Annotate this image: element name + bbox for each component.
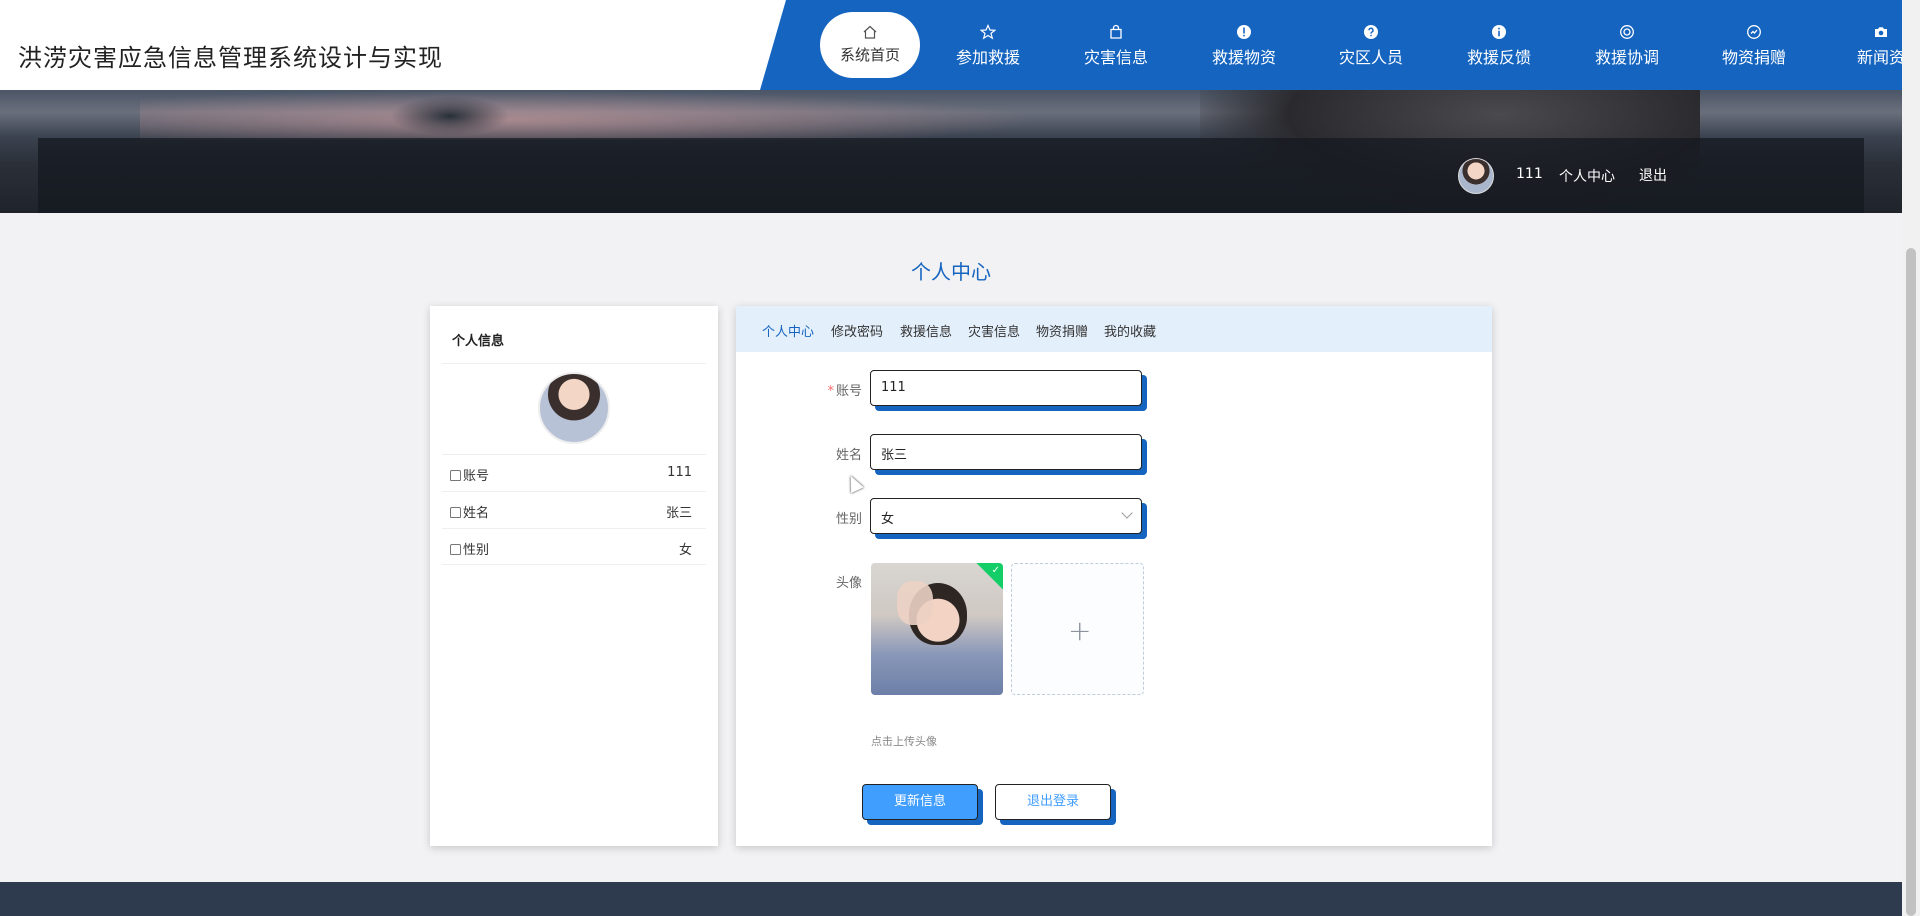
- list-item-key: 性别: [450, 539, 489, 558]
- info-icon: [1492, 25, 1506, 39]
- banner-rock: [390, 96, 510, 136]
- top-header: 洪涝灾害应急信息管理系统设计与实现 系统首页 参加救援 灾害信息 救援物资 灾区…: [0, 0, 1902, 90]
- user-center-link[interactable]: 个人中心: [1559, 166, 1615, 186]
- nav-label: 灾区人员: [1338, 48, 1403, 67]
- site-title: 洪涝灾害应急信息管理系统设计与实现: [18, 44, 443, 72]
- chevron-down-icon: [1121, 507, 1133, 519]
- lifebuoy-icon: [1620, 25, 1634, 39]
- gender-value: 女: [881, 512, 895, 527]
- name-label: 姓名: [835, 448, 862, 463]
- nav-item-news[interactable]: 新闻资: [1831, 12, 1902, 78]
- nav-item-join-rescue[interactable]: 参加救援: [938, 12, 1038, 78]
- update-info-button[interactable]: 更新信息: [862, 784, 978, 820]
- tab-disaster-info[interactable]: 灾害信息: [968, 321, 1020, 340]
- nav-item-rescue-supplies[interactable]: 救援物资: [1194, 12, 1294, 78]
- avatar-thumbnail[interactable]: ✓: [871, 563, 1003, 695]
- profile-avatar: [538, 372, 610, 444]
- nav-label: 物资捐赠: [1721, 48, 1786, 67]
- main-nav: 系统首页 参加救援 灾害信息 救援物资 灾区人员 救援反馈 救援协调 物资捐赠: [760, 0, 1902, 90]
- list-item-key: 姓名: [450, 502, 489, 521]
- check-icon: ✓: [991, 565, 1000, 576]
- list-item-value: 女: [678, 543, 692, 558]
- home-icon: [450, 507, 461, 518]
- home-icon: [863, 25, 877, 39]
- nav-label: 参加救援: [955, 48, 1020, 67]
- camera-icon: [1875, 27, 1887, 37]
- list-item-label: 账号: [463, 469, 490, 484]
- alert-icon: [1237, 25, 1251, 39]
- plus-icon: +: [1068, 614, 1092, 647]
- tab-change-password[interactable]: 修改密码: [831, 321, 883, 340]
- page-title: 个人中心: [911, 260, 991, 284]
- list-item: 性别 女: [442, 528, 706, 565]
- nav-item-affected-people[interactable]: 灾区人员: [1321, 12, 1421, 78]
- list-item-label: 姓名: [463, 506, 490, 521]
- nav-item-rescue-feedback[interactable]: 救援反馈: [1449, 12, 1549, 78]
- home-icon: [450, 544, 461, 555]
- tab-personal-center[interactable]: 个人中心: [762, 321, 814, 340]
- gauge-icon: [1747, 25, 1761, 39]
- upload-hint: 点击上传头像: [871, 735, 937, 748]
- profile-tabs: 个人中心 修改密码 救援信息 灾害信息 物资捐赠 我的收藏: [736, 306, 1492, 352]
- nav-label: 灾害信息: [1083, 48, 1148, 67]
- user-name: 111: [1516, 166, 1543, 182]
- avatar[interactable]: [1458, 158, 1494, 194]
- scrollbar-thumb[interactable]: [1906, 248, 1916, 916]
- nav-label: 新闻资: [1856, 48, 1902, 67]
- list-item-value: 111: [667, 465, 692, 480]
- thumbnail-hand: [897, 581, 933, 625]
- account-field[interactable]: 111: [870, 370, 1142, 406]
- question-icon: [1364, 25, 1378, 39]
- tab-my-favorites[interactable]: 我的收藏: [1104, 321, 1156, 340]
- nav-label: 系统首页: [839, 46, 900, 64]
- nav-item-home[interactable]: 系统首页: [820, 12, 920, 78]
- name-field[interactable]: 张三: [870, 434, 1142, 470]
- avatar-upload-button[interactable]: +: [1011, 563, 1144, 695]
- nav-label: 救援协调: [1594, 48, 1659, 67]
- logout-button[interactable]: 退出登录: [995, 784, 1111, 820]
- list-item-value: 张三: [665, 506, 692, 521]
- gender-select[interactable]: 女: [870, 498, 1142, 534]
- nav-item-rescue-coordination[interactable]: 救援协调: [1577, 12, 1677, 78]
- nav-label: 救援物资: [1211, 48, 1276, 67]
- page-footer: [0, 882, 1902, 916]
- list-item-label: 性别: [463, 543, 490, 558]
- profile-summary-card: 个人信息 账号 111 姓名 张三 性别 女: [430, 306, 718, 846]
- nav-item-supply-donation[interactable]: 物资捐赠: [1704, 12, 1804, 78]
- logout-link[interactable]: 退出: [1639, 165, 1667, 185]
- avatar-label: 头像: [835, 576, 862, 591]
- tab-supply-donation[interactable]: 物资捐赠: [1036, 321, 1088, 340]
- star-icon: [980, 24, 996, 40]
- nav-item-disaster-info[interactable]: 灾害信息: [1066, 12, 1166, 78]
- list-item: 姓名 张三: [442, 491, 706, 528]
- bag-icon: [1110, 24, 1122, 39]
- profile-summary-heading: 个人信息: [442, 306, 706, 364]
- list-item-key: 账号: [450, 465, 489, 484]
- account-label-text: 账号: [835, 384, 862, 399]
- hero-banner: [0, 90, 1902, 213]
- required-mark: *: [827, 384, 834, 399]
- nav-label: 救援反馈: [1466, 48, 1531, 67]
- home-icon: [450, 470, 461, 481]
- banner-glow: [140, 90, 1040, 140]
- list-item: 账号 111: [442, 454, 706, 491]
- tab-rescue-info[interactable]: 救援信息: [900, 321, 952, 340]
- gender-label: 性别: [835, 512, 862, 527]
- account-label: * 账号: [802, 380, 862, 399]
